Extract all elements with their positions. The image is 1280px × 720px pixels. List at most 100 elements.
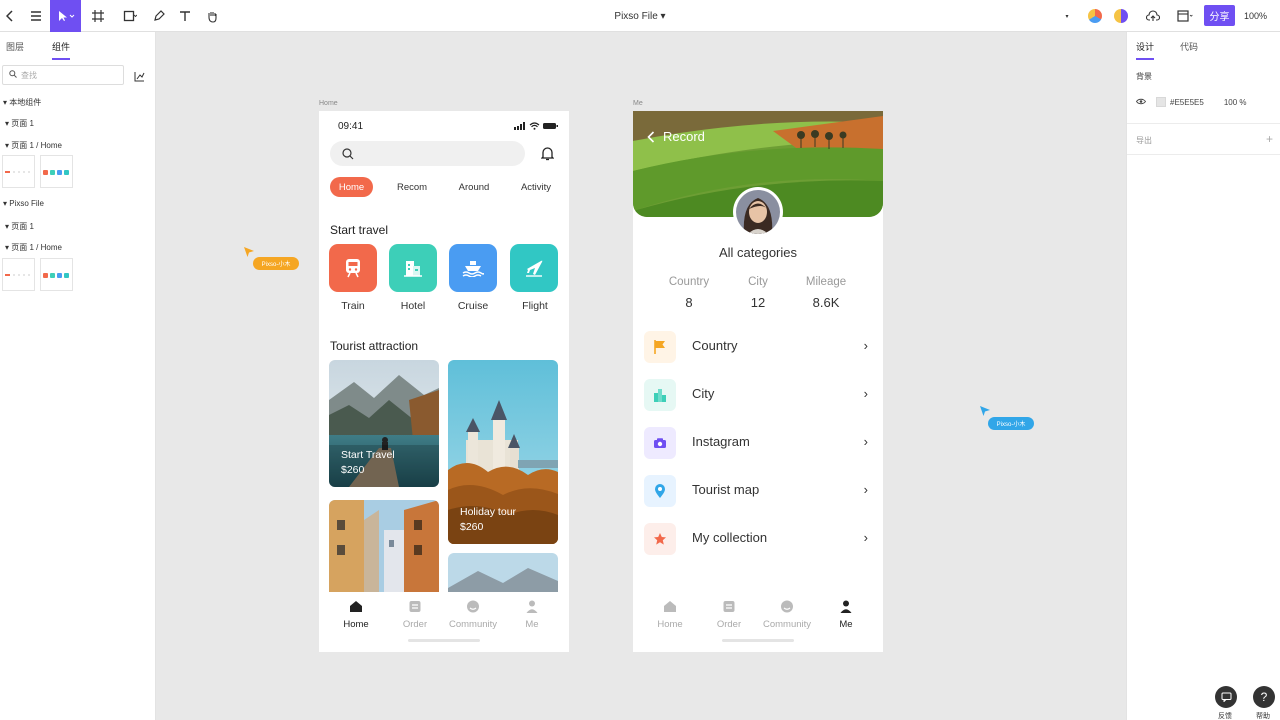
chevron-right-icon: › [863,338,868,353]
menu-icon[interactable] [26,0,46,32]
train-button[interactable] [329,244,377,292]
library-icon[interactable] [134,69,145,87]
me-frame[interactable]: Record All categories Country 8 City 12 … [633,111,883,652]
attraction-card[interactable]: Start Travel $260 [329,360,439,487]
eye-icon[interactable] [1135,98,1147,107]
tree-file-page1-home[interactable]: ▾ 页面 1 / Home [5,242,62,253]
cursor-arrow-icon [244,247,254,257]
tabbar-community[interactable]: Community [443,600,503,630]
tree-page1-home[interactable]: ▾ 页面 1 / Home [5,140,62,151]
frame-label-home[interactable]: Home [319,100,338,107]
profile-photo [736,190,780,234]
map-pin-icon [644,475,676,507]
plugin-icon[interactable] [1088,9,1102,23]
chevron-right-icon: › [863,386,868,401]
top-toolbar: Pixso File ▾ ▾ 分享 100% [0,0,1280,32]
attraction-card[interactable]: Holiday tour $260 [448,360,558,544]
feedback-button[interactable] [1215,686,1237,708]
tab-components[interactable]: 组件 [52,32,71,60]
search-input[interactable]: 查找 [2,65,124,85]
tabbar-me[interactable]: Me [502,600,562,630]
divider [1127,123,1280,124]
zoom-level[interactable]: 100% [1244,0,1267,32]
bell-icon[interactable] [541,146,554,161]
star-icon [644,523,676,555]
hotel-icon [404,261,422,277]
menu-item-country[interactable]: Country › [644,331,874,363]
cruise-button[interactable] [449,244,497,292]
tree-local-components[interactable]: ▾ 本地组件 [3,97,41,108]
home-tabs: Home Recom Around Activity [330,177,560,197]
share-button[interactable]: 分享 [1204,5,1235,26]
flight-button[interactable] [510,244,558,292]
tab-activity[interactable]: Activity [514,177,558,197]
tabbar-community[interactable]: Community [757,600,817,630]
menu-item-city[interactable]: City › [644,379,874,411]
file-title-dropdown[interactable]: Pixso File ▾ [614,11,665,22]
status-icons [514,122,558,130]
hand-tool-icon[interactable] [203,0,221,32]
help-button[interactable]: ? [1253,686,1275,708]
tabbar-home[interactable]: Home [640,600,700,630]
stat-country: Country 8 [649,276,729,310]
component-thumbnail[interactable] [2,155,35,188]
tab-recom[interactable]: Recom [391,177,433,197]
opacity-value[interactable]: 100 % [1224,98,1247,107]
tab-code[interactable]: 代码 [1180,32,1198,60]
menu-item-tourist-map[interactable]: Tourist map › [644,475,874,507]
tab-around[interactable]: Around [451,177,497,197]
tree-page1[interactable]: ▾ 页面 1 [5,118,34,129]
flag-icon [644,331,676,363]
category-label: Flight [522,300,548,312]
back-button[interactable]: Record [647,129,705,144]
community-icon [781,600,793,613]
component-thumbnail[interactable] [40,258,73,291]
hotel-button[interactable] [389,244,437,292]
card-price: $260 [460,521,484,533]
add-export-icon[interactable]: + [1266,132,1273,146]
component-thumbnail[interactable] [2,258,35,291]
camera-icon [644,427,676,459]
tabbar-me[interactable]: Me [816,600,876,630]
tree-pixso-file[interactable]: ▾ Pixso File [3,199,44,208]
tabbar-home[interactable]: Home [326,600,386,630]
rectangle-tool-icon[interactable] [119,0,141,32]
move-tool-button[interactable] [50,0,81,32]
tab-layers[interactable]: 图层 [6,32,24,60]
export-label: 导出 [1136,136,1152,145]
search-placeholder: 查找 [21,70,37,80]
collaborator-cursor-label: Pixso-小木 [253,257,299,270]
back-icon[interactable] [0,0,20,32]
home-icon [350,601,362,612]
tab-design[interactable]: 设计 [1136,32,1155,60]
avatar[interactable] [733,187,783,237]
tabbar-order[interactable]: Order [699,600,759,630]
search-input[interactable] [330,141,525,166]
frame-label-me[interactable]: Me [633,100,643,107]
tabbar-order[interactable]: Order [385,600,445,630]
frame-tool-icon[interactable] [87,0,109,32]
attraction-card[interactable] [329,500,439,600]
chevron-left-icon [647,130,655,143]
home-frame[interactable]: 09:41 Home Recom Around Activity Start t… [319,111,569,652]
component-thumbnail[interactable] [40,155,73,188]
upload-icon[interactable] [1144,0,1162,32]
color-swatch[interactable] [1156,97,1166,107]
category-label: Train [341,300,365,312]
color-hex-value[interactable]: #E5E5E5 [1170,98,1204,107]
tree-file-page1[interactable]: ▾ 页面 1 [5,221,34,232]
chevron-right-icon: › [863,434,868,449]
chevron-right-icon: › [863,482,868,497]
avatar[interactable] [1114,9,1128,23]
card-title: Start Travel [341,449,395,461]
menu-item-my-collection[interactable]: My collection › [644,523,874,555]
chevron-down-icon[interactable]: ▾ [1062,0,1072,32]
city-icon [644,379,676,411]
layout-icon[interactable] [1174,0,1196,32]
menu-item-instagram[interactable]: Instagram › [644,427,874,459]
text-tool-icon[interactable] [177,0,193,32]
pen-tool-icon[interactable] [150,0,168,32]
stat-label: Country [668,276,710,288]
background-fill-row[interactable]: #E5E5E5 100 % [1135,95,1247,109]
tab-home[interactable]: Home [330,177,373,197]
